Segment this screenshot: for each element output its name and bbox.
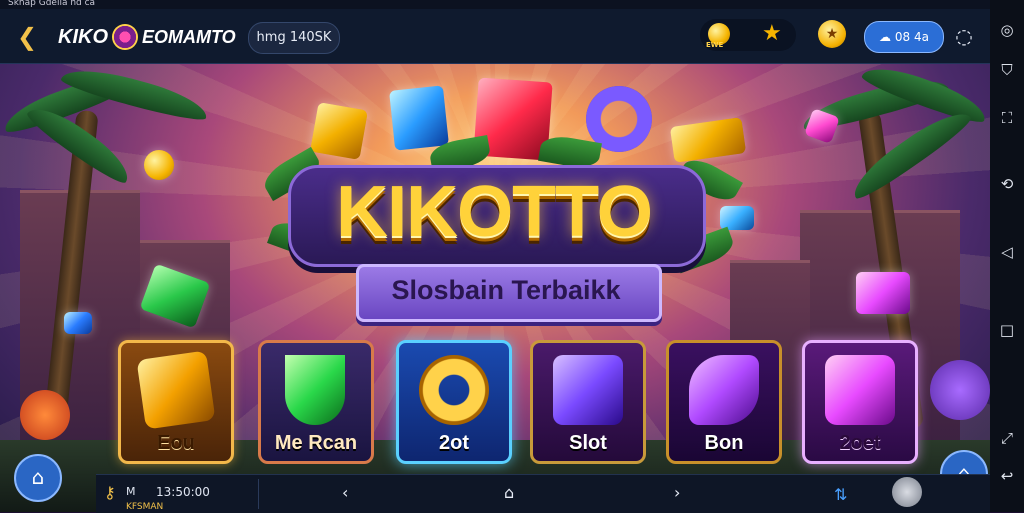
divider	[258, 479, 259, 509]
game-card-bon[interactable]: Bon	[666, 340, 782, 464]
game-card-me-rcan[interactable]: Me Rcan	[258, 340, 374, 464]
back-triangle-icon[interactable]: ◁	[997, 242, 1017, 262]
amber-gem-icon	[136, 350, 216, 430]
floating-blue-gem	[389, 85, 449, 151]
floating-small-blue-gem	[64, 312, 92, 334]
square-icon[interactable]: □	[997, 320, 1017, 340]
bottom-subtext: KFSMAN	[126, 502, 164, 512]
nav-forward-button[interactable]: ›	[674, 483, 680, 502]
game-subtitle: Slosbain Terbaikk	[391, 275, 621, 305]
coin-caption: EWE	[706, 41, 724, 49]
game-card-label: Slot	[569, 432, 607, 454]
record-icon[interactable]: ◎	[997, 20, 1017, 40]
brand-logo: KIKO EOMAMTO	[58, 22, 236, 52]
sync-icon[interactable]: ⇅	[834, 485, 847, 504]
game-card-label: 2ot	[439, 432, 469, 454]
floating-magenta-gem	[856, 272, 910, 314]
flower-left	[20, 390, 70, 440]
dotted-circle-icon: ◌	[955, 24, 973, 48]
brand-name-left: KIKO	[58, 25, 108, 48]
game-card-2ot[interactable]: 2ot	[396, 340, 512, 464]
shield-icon[interactable]: ⛉	[997, 60, 1017, 80]
balance-button[interactable]: ☁ 08 4a	[864, 21, 944, 53]
user-pill[interactable]: hmg 140SK	[248, 22, 340, 54]
screenshot-icon[interactable]: ⛶	[997, 108, 1017, 128]
avatar[interactable]	[892, 477, 922, 507]
magenta-gem-icon	[825, 355, 895, 425]
floating-gold-gem	[310, 102, 368, 160]
brand-emblem-icon	[112, 24, 138, 50]
game-card-label: Eou	[157, 432, 195, 454]
brand-name-right: EOMAMTO	[142, 26, 236, 47]
nav-home-button[interactable]: ⌂	[504, 483, 514, 502]
game-title: KIKOTTO	[336, 172, 653, 252]
game-card-slot[interactable]: Slot	[530, 340, 646, 464]
floating-gold-coin	[144, 150, 174, 180]
flower-right	[930, 360, 990, 420]
rotate-icon[interactable]: ⟲	[997, 174, 1017, 194]
home-button[interactable]: ⌂	[14, 454, 62, 502]
game-card-label: 2oet	[839, 432, 881, 454]
chevron-left-icon: ❮	[16, 23, 38, 51]
exit-icon[interactable]: ↩	[997, 466, 1017, 486]
game-card-eou[interactable]: Eou	[118, 340, 234, 464]
back-button[interactable]: ❮	[14, 24, 40, 50]
medal-icon[interactable]: ★	[818, 20, 846, 48]
bottom-bar: ⚷ M 13:50:00 KFSMAN ‹ ⌂ › ⇅	[96, 474, 990, 513]
wallet-icon: ☁	[879, 30, 895, 44]
system-sidebar: ◎ ⛉ ⛶ ⟲ ◁ □ ⤢ ↩	[990, 0, 1024, 512]
status-text: Skhap Gdelia hd ca	[8, 0, 96, 8]
green-gem-icon	[285, 355, 345, 425]
status-strip: Skhap Gdelia hd ca	[0, 0, 990, 9]
top-bar: ❮ KIKO EOMAMTO hmg 140SK EWE ★ ★ ☁ 08 4a…	[0, 9, 990, 64]
bottom-m-label: M	[126, 485, 136, 498]
bottom-time: 13:50:00	[156, 485, 210, 499]
settings-button[interactable]: ◌	[950, 22, 978, 50]
game-card-2oet[interactable]: 2oet	[802, 340, 918, 464]
gold-ring-icon	[419, 355, 489, 425]
balance-value: 08 4a	[894, 30, 929, 44]
game-card-label: Me Rcan	[274, 432, 358, 454]
key-icon: ⚷	[104, 483, 116, 502]
home-icon: ⌂	[31, 465, 45, 489]
purple-gem-icon	[553, 355, 623, 425]
nav-back-button[interactable]: ‹	[342, 483, 348, 502]
game-card-label: Bon	[704, 432, 744, 454]
star-icon[interactable]: ★	[762, 21, 782, 46]
violet-gem-icon	[689, 355, 759, 425]
fullscreen-icon[interactable]: ⤢	[997, 428, 1017, 448]
